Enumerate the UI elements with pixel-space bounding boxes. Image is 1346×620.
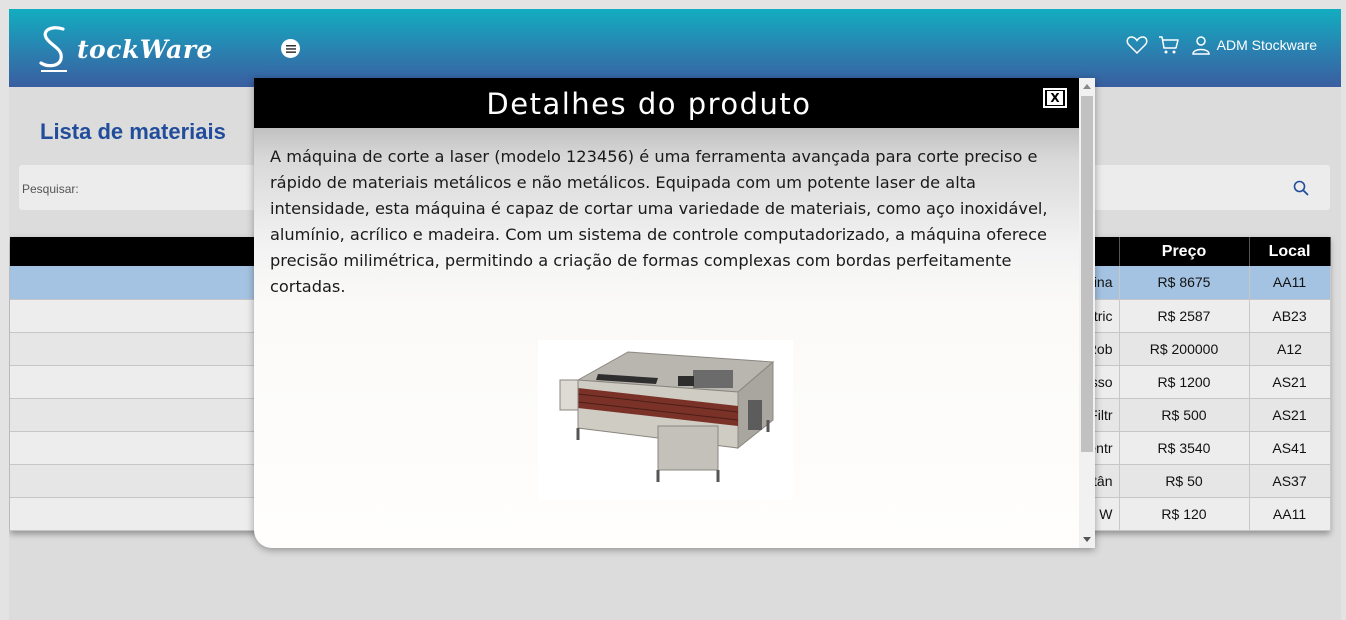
cell-preco: R$ 200000 bbox=[1119, 332, 1250, 366]
heart-icon bbox=[1126, 36, 1148, 55]
modal-scrollbar[interactable] bbox=[1079, 78, 1095, 548]
cell-preco: R$ 500 bbox=[1119, 398, 1250, 432]
cell-preco: R$ 3540 bbox=[1119, 431, 1250, 465]
product-image bbox=[538, 340, 793, 500]
menu-button[interactable] bbox=[281, 39, 300, 58]
user-icon bbox=[1191, 36, 1210, 55]
scroll-thumb[interactable] bbox=[1081, 96, 1093, 452]
modal-title: Detalhes do produto bbox=[486, 87, 812, 121]
cell-local: AS37 bbox=[1249, 464, 1331, 498]
close-label: X bbox=[1047, 91, 1063, 105]
logo-s-mark bbox=[37, 23, 73, 75]
column-header-local[interactable]: Local bbox=[1249, 237, 1331, 266]
cell-local: AA11 bbox=[1249, 266, 1331, 300]
cell-local: AS21 bbox=[1249, 365, 1331, 399]
search-icon bbox=[1293, 180, 1309, 196]
product-details-modal: Detalhes do produto X A máquina de corte… bbox=[254, 78, 1095, 548]
cart-icon bbox=[1158, 36, 1179, 54]
cell-local: AB23 bbox=[1249, 299, 1331, 333]
top-navbar: tockWare ADM Stockware bbox=[9, 9, 1341, 87]
scroll-up-arrow[interactable] bbox=[1083, 84, 1091, 89]
product-description: A máquina de corte a laser (modelo 12345… bbox=[270, 147, 1048, 296]
cell-local: AA11 bbox=[1249, 497, 1331, 531]
search-label: Pesquisar: bbox=[22, 182, 79, 196]
cell-local: A12 bbox=[1249, 332, 1331, 366]
logo-text: tockWare bbox=[77, 34, 213, 64]
cell-local: AS21 bbox=[1249, 398, 1331, 432]
menu-icon bbox=[285, 44, 296, 53]
user-button[interactable] bbox=[1189, 33, 1213, 57]
header-actions: ADM Stockware bbox=[1125, 33, 1317, 57]
favorites-button[interactable] bbox=[1125, 33, 1149, 57]
modal-header: Detalhes do produto X bbox=[254, 78, 1079, 128]
cell-preco: R$ 120 bbox=[1119, 497, 1250, 531]
close-button[interactable]: X bbox=[1043, 88, 1067, 108]
cell-preco: R$ 2587 bbox=[1119, 299, 1250, 333]
scroll-down-arrow[interactable] bbox=[1083, 537, 1091, 542]
cell-preco: R$ 1200 bbox=[1119, 365, 1250, 399]
cart-button[interactable] bbox=[1157, 33, 1181, 57]
page-title: Lista de materiais bbox=[40, 119, 226, 144]
cell-local: AS41 bbox=[1249, 431, 1331, 465]
search-button[interactable] bbox=[1290, 177, 1312, 199]
logo[interactable]: tockWare bbox=[37, 23, 213, 75]
cell-preco: R$ 8675 bbox=[1119, 266, 1250, 300]
cell-preco: R$ 50 bbox=[1119, 464, 1250, 498]
user-name[interactable]: ADM Stockware bbox=[1217, 37, 1317, 53]
column-header-preco[interactable]: Preço bbox=[1119, 237, 1250, 266]
